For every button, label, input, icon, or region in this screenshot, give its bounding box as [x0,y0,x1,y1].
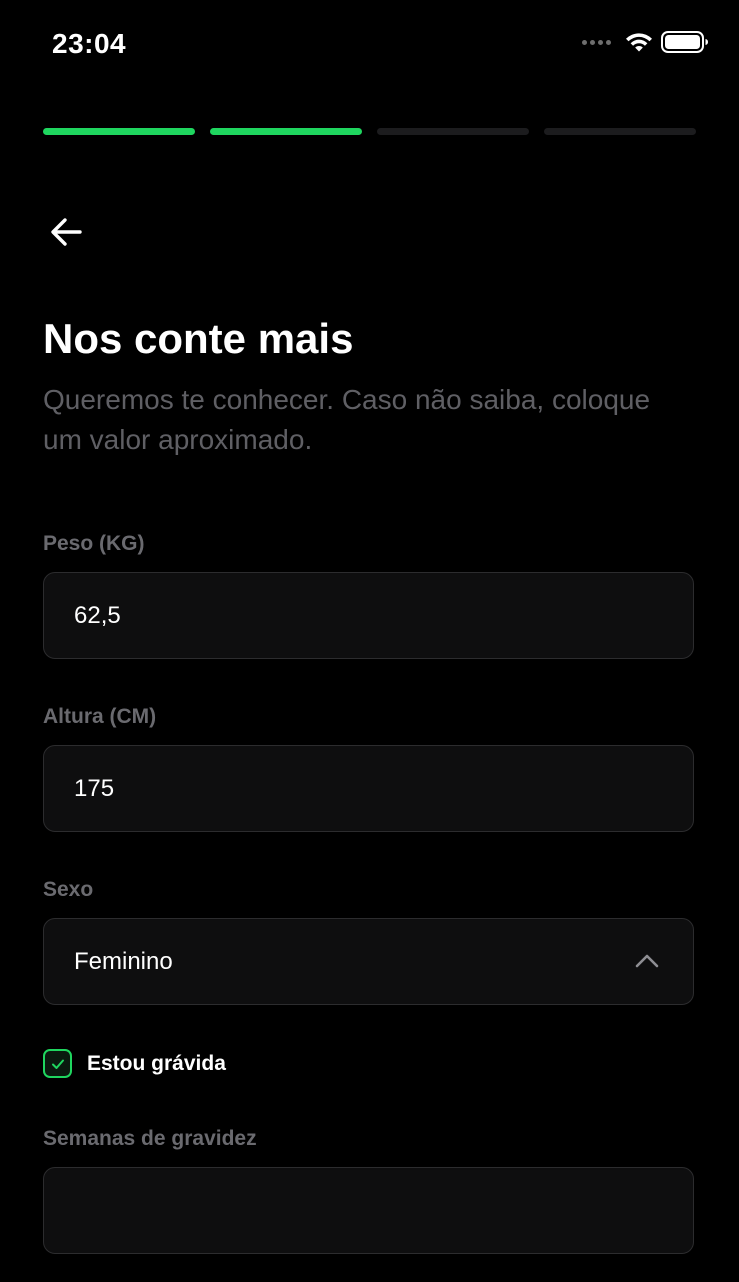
wifi-icon [626,33,652,52]
cellular-signal-icon [582,39,611,45]
onboarding-progress [43,128,696,135]
progress-step-pending [377,128,529,135]
weight-field[interactable] [43,572,694,659]
pregnancy-weeks-label: Semanas de gravidez [43,1127,257,1150]
chevron-up-icon [635,954,659,968]
pregnant-checkbox-row[interactable]: Estou grávida [43,1049,226,1078]
progress-step-complete [210,128,362,135]
status-bar: 23:04 [0,0,739,90]
progress-step-complete [43,128,195,135]
height-field[interactable] [43,745,694,832]
pregnant-checkbox[interactable] [43,1049,72,1078]
arrow-left-icon [51,218,82,246]
sex-select[interactable]: Feminino [43,918,694,1005]
checkmark-icon [51,1059,64,1069]
weight-label: Peso (KG) [43,532,145,555]
status-icons [582,30,709,54]
progress-step-pending [544,128,696,135]
pregnancy-weeks-input[interactable] [44,1168,693,1253]
sex-selected-value: Feminino [74,948,173,975]
sex-label: Sexo [43,878,94,901]
back-button[interactable] [44,210,88,254]
height-input[interactable] [44,746,693,831]
status-time: 23:04 [52,28,127,59]
page-title: Nos conte mais [43,315,354,362]
weight-input[interactable] [44,573,693,658]
battery-icon [661,31,708,53]
pregnant-checkbox-label: Estou grávida [87,1051,226,1075]
height-label: Altura (CM) [43,705,157,728]
page-subtitle: Queremos te conhecer. Caso não saiba, co… [43,384,651,455]
pregnancy-weeks-field[interactable] [43,1167,694,1254]
